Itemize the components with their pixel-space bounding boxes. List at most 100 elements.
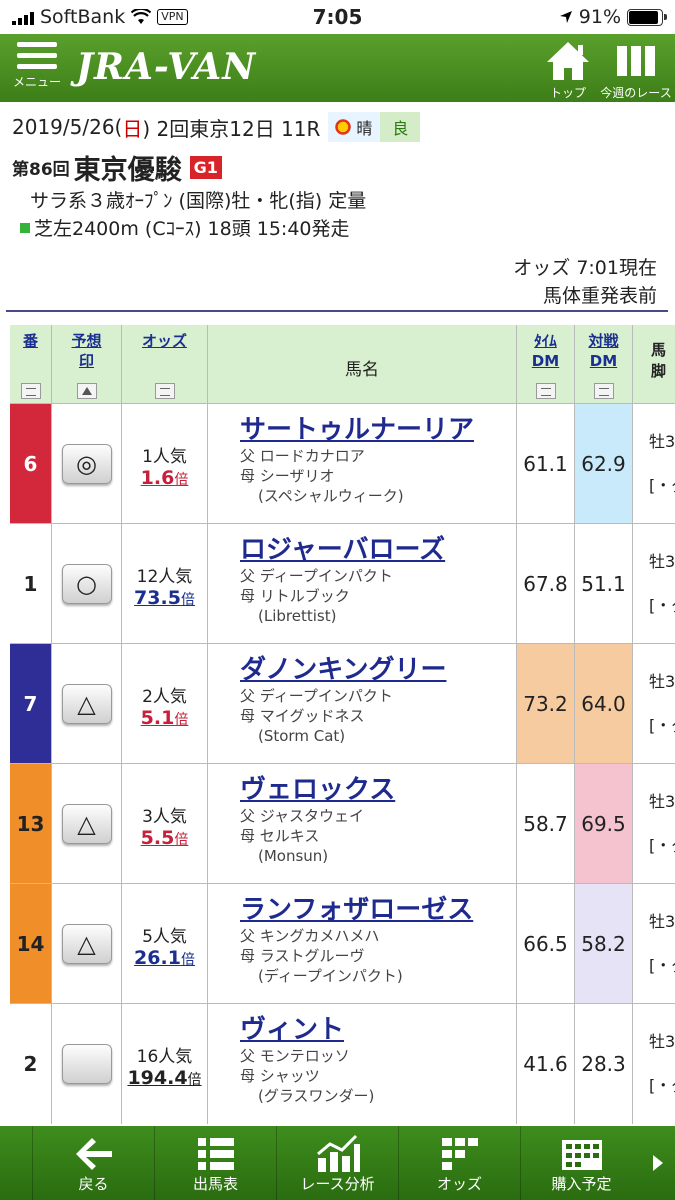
- dam-label: 母: [240, 947, 256, 965]
- hamburger-icon: [10, 42, 64, 69]
- extra-header-2: 脚: [651, 362, 667, 380]
- time-dm: 73.2: [517, 644, 575, 764]
- time-dm: 58.7: [517, 764, 575, 884]
- chevron-right-icon: [653, 1155, 663, 1171]
- horse-name-link[interactable]: ヴィント: [240, 1014, 516, 1046]
- table-row[interactable]: 13 △ 3人気 5.5倍 ヴェロックス 父 ジャスタウェイ 母 セルキス (M…: [10, 763, 675, 884]
- prediction-mark-button[interactable]: △: [61, 684, 112, 724]
- course-line: 芝左2400m (Cｺｰｽ) 18頭 15:40発走: [20, 214, 350, 241]
- popularity: 2人気: [142, 687, 187, 707]
- popularity: 1人気: [142, 447, 187, 467]
- table-row[interactable]: 14 △ 5人気 26.1倍 ランフォザローゼス 父 キングカメハメハ 母 ラス…: [10, 883, 675, 1004]
- horse-cell: サートゥルナーリア 父 ロードカナロア 母 シーザリオ (スペシャルウィーク): [208, 404, 517, 524]
- horse-name-link[interactable]: ロジャーバローズ: [240, 534, 516, 566]
- prediction-mark-button[interactable]: ○: [61, 564, 112, 604]
- turf-icon: [20, 222, 30, 233]
- dam-label: 母: [240, 1067, 256, 1085]
- prediction-mark-button[interactable]: △: [61, 804, 112, 844]
- odds-cell: 2人気 5.1倍: [122, 644, 208, 764]
- time-dm-value: 58.7: [523, 812, 568, 836]
- horse-cell: ヴェロックス 父 ジャスタウェイ 母 セルキス (Monsun): [208, 764, 517, 884]
- sire-name: ジャスタウェイ: [259, 807, 365, 825]
- this-week-races-button[interactable]: 今週のレース: [600, 40, 672, 101]
- nav-odds-button[interactable]: オッズ: [398, 1126, 520, 1200]
- entry-table[interactable]: 番 予想印 オッズ 馬名 ﾀｲﾑ DM 対戦 DM 馬脚 6 ◎ 1人気 1.6倍 …: [10, 325, 675, 1125]
- nav-more-button[interactable]: [645, 1126, 671, 1200]
- nav-entries-button[interactable]: 出馬表: [154, 1126, 276, 1200]
- sort-time-dm-link-2[interactable]: DM: [517, 351, 574, 371]
- odds-status: オッズ 7:01現在 馬体重発表前: [513, 254, 657, 310]
- dam-line: 母 シャッツ: [240, 1066, 516, 1086]
- sort-mark-link[interactable]: 予想: [52, 331, 121, 351]
- sort-time-dm-link[interactable]: ﾀｲﾑ: [517, 331, 574, 351]
- sort-match-dm-link[interactable]: 対戦: [575, 331, 632, 351]
- popularity: 5人気: [142, 927, 187, 947]
- sort-icon[interactable]: [535, 383, 556, 399]
- sire-line: 父 ディープインパクト: [240, 686, 516, 706]
- odds-link[interactable]: 5.1倍: [140, 707, 189, 729]
- sort-icon[interactable]: [20, 383, 41, 399]
- sex-age: 牡3: [649, 912, 675, 931]
- horse-name-link[interactable]: ヴェロックス: [240, 774, 516, 806]
- nav-purchase-label: 購入予定: [551, 1175, 612, 1193]
- odds-unit: 倍: [174, 712, 189, 728]
- table-row[interactable]: 7 △ 2人気 5.1倍 ダノンキングリー 父 ディープインパクト 母 マイグッ…: [10, 643, 675, 764]
- nav-back-button[interactable]: 戻る: [32, 1126, 154, 1200]
- header-time-dm[interactable]: ﾀｲﾑ DM: [517, 325, 575, 403]
- header-num[interactable]: 番: [10, 325, 52, 403]
- horse-cell: ランフォザローゼス 父 キングカメハメハ 母 ラストグルーヴ (ディープインパク…: [208, 884, 517, 1004]
- dam-name: リトルブック: [259, 587, 350, 605]
- odds-link[interactable]: 73.5倍: [134, 587, 195, 609]
- top-button[interactable]: トップ: [540, 40, 596, 101]
- horse-number-text: 7: [23, 692, 38, 716]
- time-dm-value: 41.6: [523, 1052, 568, 1076]
- odds-value: 5.1: [140, 707, 175, 729]
- sort-asc-icon[interactable]: [76, 383, 97, 399]
- header-horse: 馬名: [208, 325, 517, 403]
- match-dm: 64.0: [575, 644, 633, 764]
- race-weekday: 日: [122, 116, 143, 141]
- weight-status: 馬体重発表前: [542, 285, 657, 307]
- prediction-mark: ○: [76, 570, 97, 598]
- prediction-mark-button[interactable]: [61, 1044, 112, 1084]
- sort-odds-link[interactable]: オッズ: [122, 331, 207, 351]
- odds-link[interactable]: 5.5倍: [141, 827, 189, 849]
- sort-mark-link-2[interactable]: 印: [52, 351, 121, 371]
- menu-button[interactable]: メニュー: [10, 42, 64, 90]
- nav-analysis-button[interactable]: レース分析: [276, 1126, 398, 1200]
- sort-icon[interactable]: [154, 383, 175, 399]
- horse-name-link[interactable]: サートゥルナーリア: [240, 414, 516, 446]
- header-match-dm[interactable]: 対戦 DM: [575, 325, 633, 403]
- horse-name-link[interactable]: ダノンキングリー: [240, 654, 516, 686]
- record-snippet: [・ダ: [649, 956, 675, 975]
- prediction-mark: △: [77, 930, 96, 958]
- sex-age: 牡3: [649, 792, 675, 811]
- sort-match-dm-link-2[interactable]: DM: [575, 351, 632, 371]
- header-mark[interactable]: 予想印: [52, 325, 122, 403]
- nav-entries-label: 出馬表: [192, 1175, 238, 1193]
- horse-profile: 牡3 [・ダ: [633, 644, 675, 764]
- record-snippet: [・ダ: [649, 716, 675, 735]
- horse-name-link[interactable]: ランフォザローゼス: [240, 894, 516, 926]
- prediction-mark-button[interactable]: ◎: [61, 444, 112, 484]
- match-dm-value: 62.9: [581, 452, 626, 476]
- broodmare-sire: (ディープインパクト): [258, 967, 403, 985]
- app-header: メニュー JRA-VAN トップ 今週のレース: [0, 34, 675, 102]
- sort-icon[interactable]: [593, 383, 614, 399]
- odds-unit: 倍: [174, 472, 189, 488]
- time-dm-value: 61.1: [523, 452, 568, 476]
- race-venue: ) 2回東京12日 11R: [142, 116, 321, 141]
- odds-link[interactable]: 1.6倍: [141, 467, 189, 489]
- table-row[interactable]: 1 ○ 12人気 73.5倍 ロジャーバローズ 父 ディープインパクト 母 リト…: [10, 523, 675, 644]
- nav-purchase-plan-button[interactable]: 購入予定: [520, 1126, 642, 1200]
- odds-link[interactable]: 26.1倍: [134, 947, 195, 969]
- match-dm-value: 58.2: [581, 932, 626, 956]
- sort-num-link[interactable]: 番: [10, 331, 51, 351]
- header-odds[interactable]: オッズ: [122, 325, 208, 403]
- odds-link[interactable]: 194.4倍: [127, 1067, 201, 1089]
- table-row[interactable]: 6 ◎ 1人気 1.6倍 サートゥルナーリア 父 ロードカナロア 母 シーザリオ…: [10, 403, 675, 524]
- horse-header-label: 馬名: [345, 360, 379, 380]
- table-row[interactable]: 2 16人気 194.4倍 ヴィント 父 モンテロッソ 母 シャッツ (グラスワ…: [10, 1003, 675, 1124]
- prediction-mark-button[interactable]: △: [61, 924, 112, 964]
- match-dm-value: 64.0: [581, 692, 626, 716]
